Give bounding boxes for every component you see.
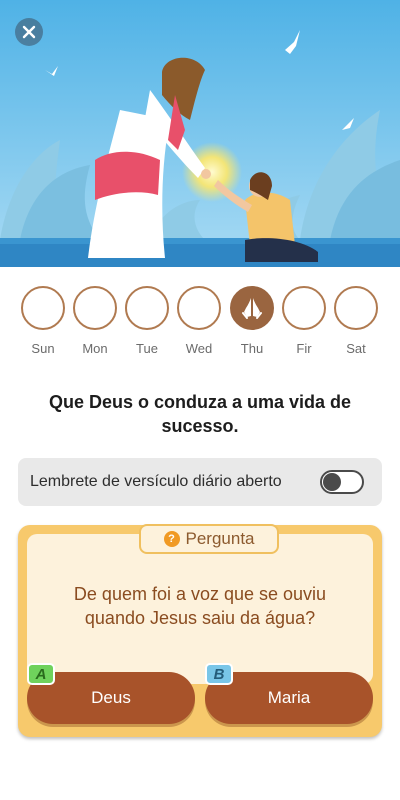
question-icon: ? (163, 531, 180, 547)
day-circle-active[interactable] (230, 286, 274, 330)
quiz-card: ? Pergunta De quem foi a voz que se ouvi… (18, 524, 382, 737)
question-tag: ? Pergunta (139, 524, 279, 554)
day-tue[interactable]: Tue (125, 286, 169, 356)
day-wed[interactable]: Wed (177, 286, 221, 356)
day-fri[interactable]: Fir (282, 286, 326, 356)
reminder-toggle[interactable] (320, 470, 364, 494)
day-circle[interactable] (73, 286, 117, 330)
day-thu[interactable]: Thu (230, 286, 274, 356)
question-tag-label: Pergunta (185, 529, 255, 548)
answer-b-label: Maria (267, 688, 311, 707)
jesus-healing-illustration (0, 0, 400, 267)
day-label: Thu (240, 341, 264, 356)
day-mon[interactable]: Mon (73, 286, 117, 356)
praying-hands-icon (242, 298, 262, 319)
answer-a-badge: A (27, 663, 55, 685)
hero-illustration (0, 0, 400, 267)
answer-b-button[interactable]: B Maria (205, 663, 373, 724)
answer-a-label: Deus (91, 688, 131, 707)
day-label: Fir (296, 341, 312, 356)
day-label: Wed (185, 341, 213, 356)
day-sat[interactable]: Sat (334, 286, 378, 356)
answer-b-badge: B (205, 663, 233, 685)
toggle-knob (323, 473, 341, 491)
day-circle[interactable] (177, 286, 221, 330)
close-icon (22, 25, 36, 39)
weekly-checkin: Sun Mon Tue Wed Thu Fir Sat (0, 286, 400, 356)
day-label: Sun (31, 341, 55, 356)
blessing-text: Que Deus o conduza a uma vida de sucesso… (48, 392, 352, 436)
day-label: Mon (82, 341, 108, 356)
answer-a-button[interactable]: A Deus (27, 663, 195, 724)
app-screen: Sun Mon Tue Wed Thu Fir Sat Que Deus o c… (0, 0, 400, 800)
day-circle[interactable] (334, 286, 378, 330)
question-panel: ? Pergunta De quem foi a voz que se ouvi… (27, 524, 373, 684)
close-button[interactable] (15, 18, 43, 46)
day-label: Tue (136, 341, 158, 356)
reminder-label: Lembrete de versículo diário aberto (30, 473, 282, 490)
day-sun[interactable]: Sun (21, 286, 65, 356)
question-text: De quem foi a voz que se ouviu quando Je… (73, 584, 327, 628)
day-label: Sat (346, 341, 366, 356)
daily-verse-reminder: Lembrete de versículo diário aberto (18, 458, 382, 506)
day-circle[interactable] (125, 286, 169, 330)
day-circle[interactable] (21, 286, 65, 330)
day-circle[interactable] (282, 286, 326, 330)
